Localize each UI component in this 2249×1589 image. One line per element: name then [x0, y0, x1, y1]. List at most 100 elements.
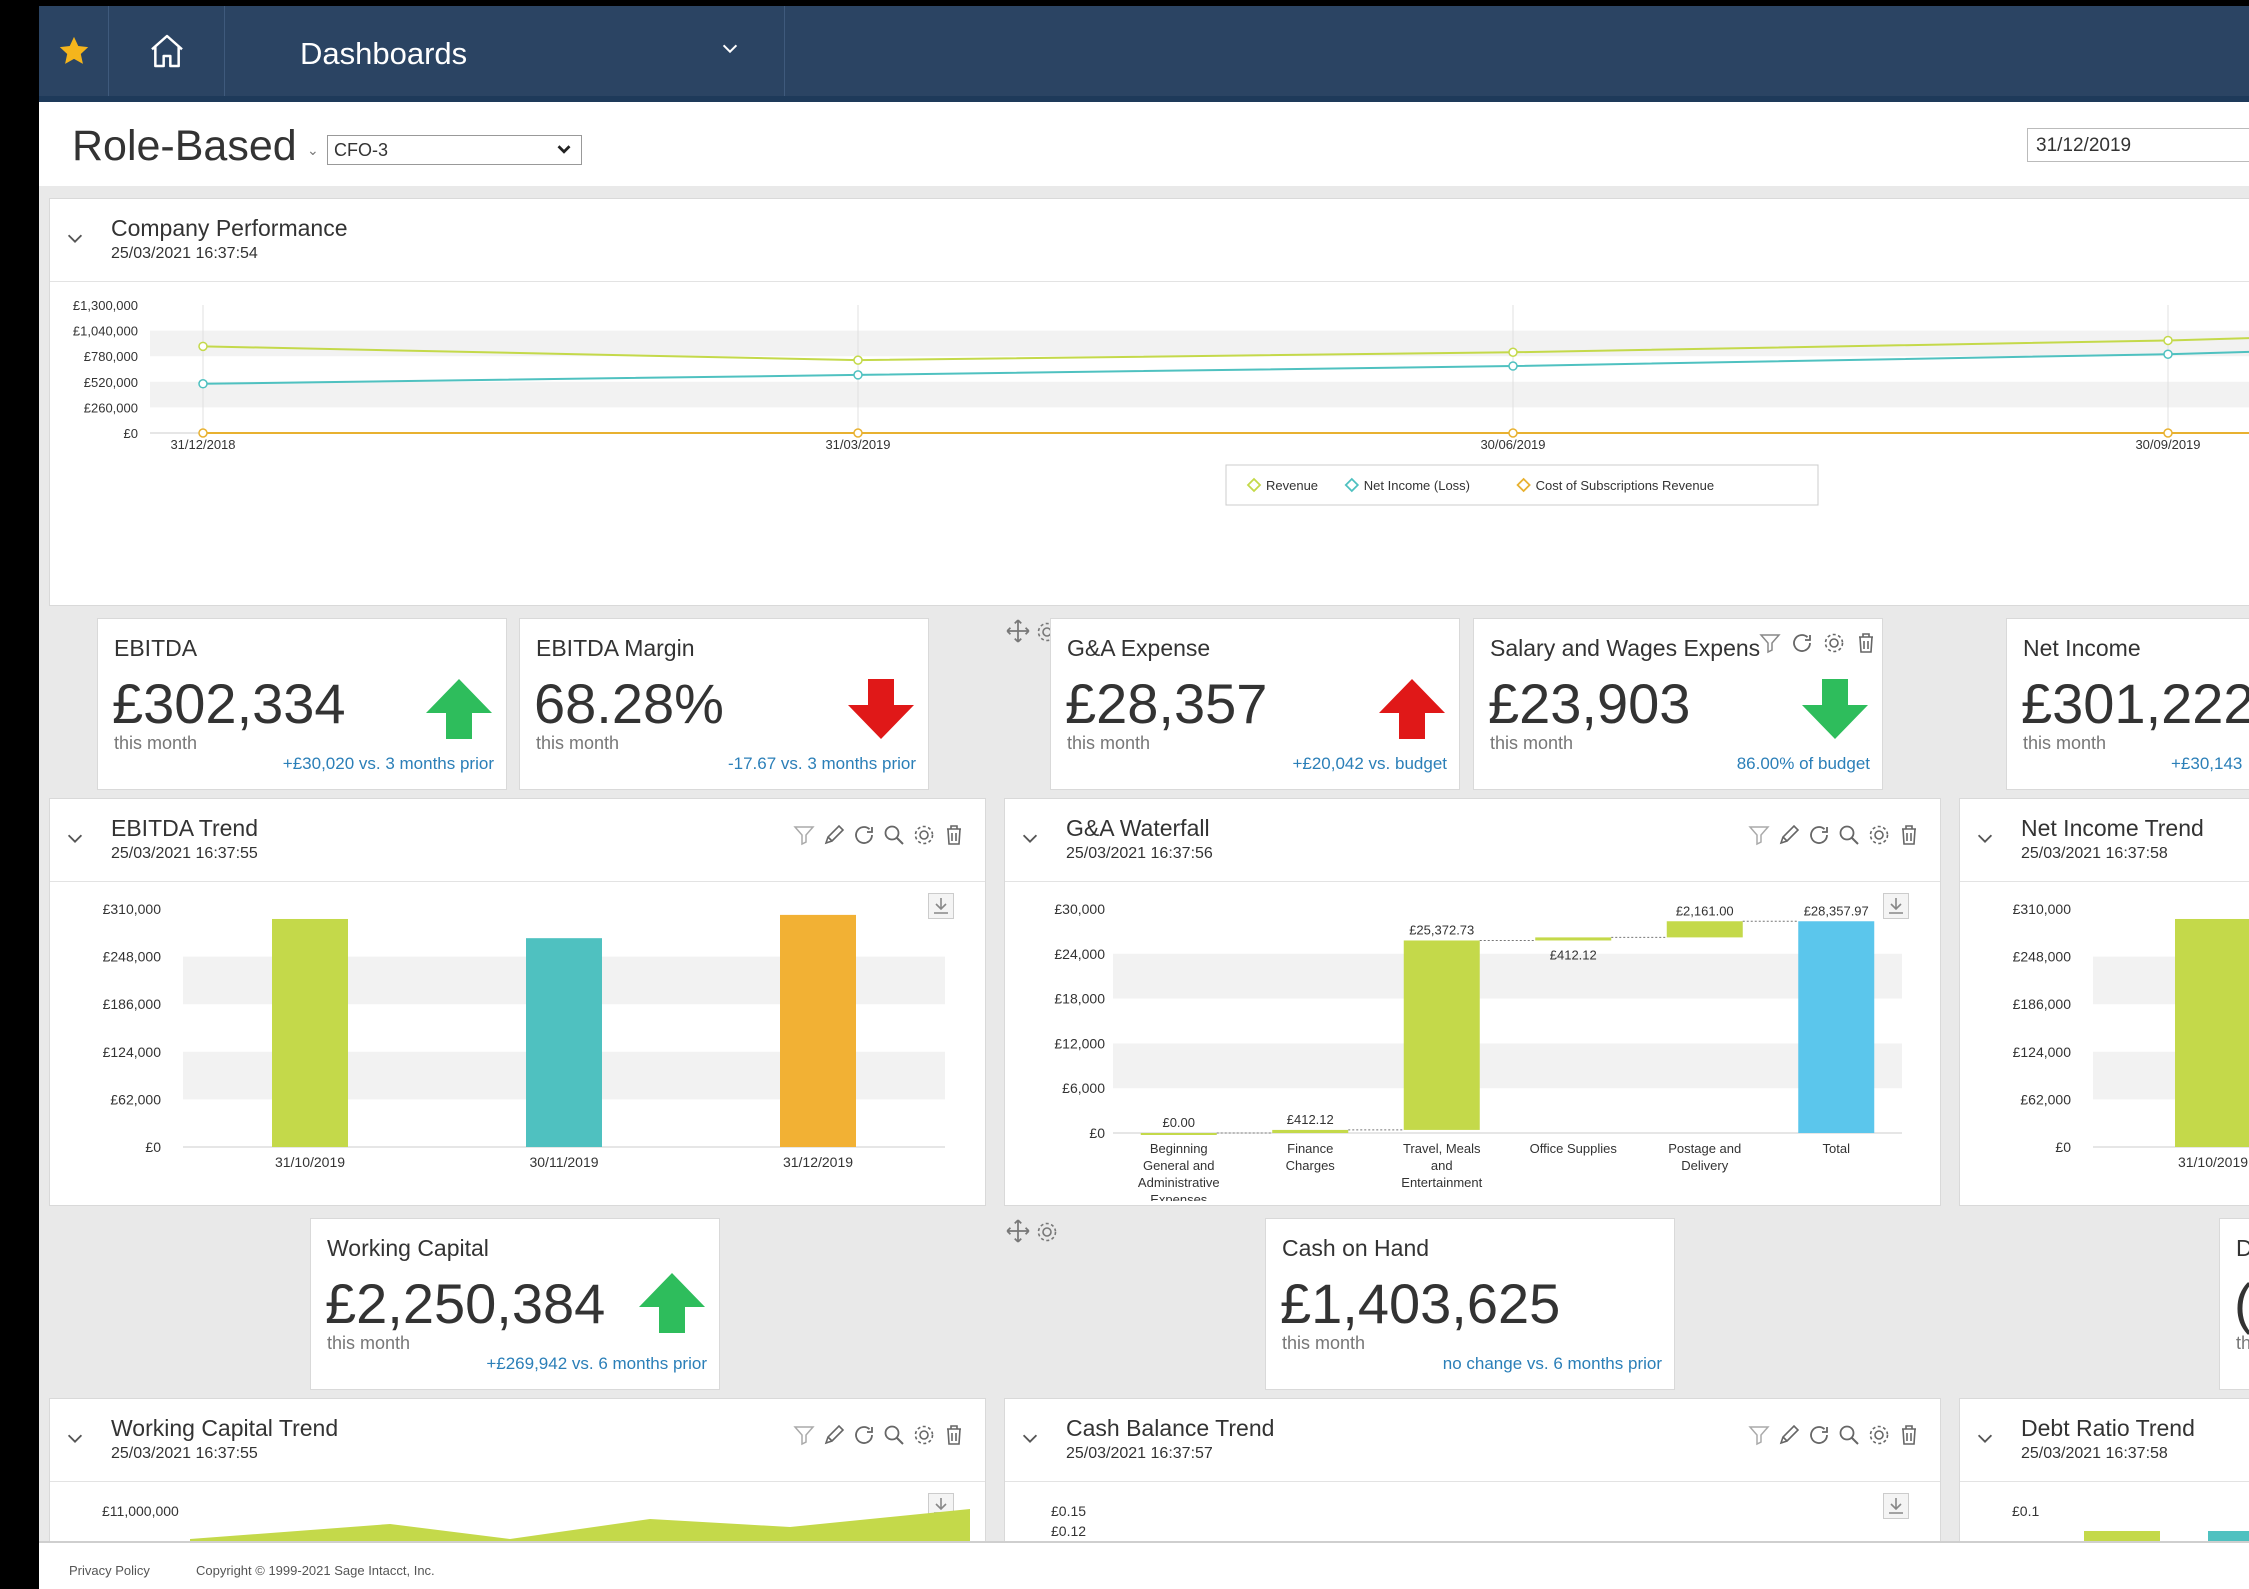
- kpi-title: D: [2236, 1235, 2249, 1261]
- collapse-chevron-icon[interactable]: [1019, 1427, 1041, 1449]
- x-axis-tick: Administrative: [1138, 1175, 1220, 1190]
- gear-icon[interactable]: [912, 1423, 936, 1447]
- y-axis-tick: £248,000: [2013, 949, 2072, 965]
- move-icon[interactable]: [1005, 618, 1031, 644]
- y-axis-tick: £62,000: [110, 1091, 161, 1107]
- panel-toolbar: [1747, 1423, 1921, 1447]
- collapse-chevron-icon[interactable]: [64, 227, 86, 249]
- kpi-cash-on-hand[interactable]: Cash on Hand £1,403,625 this month no ch…: [1265, 1218, 1675, 1390]
- bar: [2175, 918, 2249, 1147]
- filter-icon[interactable]: [792, 1423, 816, 1447]
- edit-icon[interactable]: [822, 823, 846, 847]
- refresh-icon[interactable]: [1807, 1423, 1831, 1447]
- gear-icon[interactable]: [912, 823, 936, 847]
- panel-timestamp: 25/03/2021 16:37:56: [1066, 845, 1213, 862]
- trash-icon[interactable]: [1897, 1423, 1921, 1447]
- filter-icon[interactable]: [1758, 631, 1782, 655]
- star-icon: [59, 36, 88, 64]
- collapse-chevron-icon[interactable]: [1019, 827, 1041, 849]
- kpi-subtitle: this month: [114, 733, 198, 753]
- kpi-partial[interactable]: D ( th: [2219, 1218, 2249, 1390]
- home-button[interactable]: [109, 6, 225, 96]
- kpi-title: Salary and Wages Expens: [1490, 635, 1761, 661]
- data-label: £412.12: [1287, 1112, 1334, 1127]
- filter-icon[interactable]: [1747, 823, 1771, 847]
- home-icon: [150, 34, 183, 68]
- collapse-chevron-icon[interactable]: [1974, 827, 1996, 849]
- data-point: [1508, 361, 1518, 371]
- kpi-value: £28,357: [1065, 672, 1268, 735]
- panel-title: Working Capital Trend: [111, 1415, 339, 1441]
- refresh-icon[interactable]: [1790, 631, 1814, 655]
- search-icon[interactable]: [1837, 1423, 1861, 1447]
- panel-divider: [50, 1481, 985, 1482]
- gear-icon[interactable]: [1867, 1423, 1891, 1447]
- y-axis-tick: £24,000: [1054, 946, 1105, 962]
- panel-toolbar: [792, 1423, 966, 1447]
- y-axis-tick: £0: [124, 426, 138, 441]
- kpi-subtitle: this month: [1067, 733, 1151, 753]
- panel-title: Cash Balance Trend: [1066, 1415, 1275, 1441]
- chevron-down-icon[interactable]: [719, 38, 741, 60]
- date-field[interactable]: 31/12/2019: [2027, 128, 2249, 162]
- collapse-chevron-icon[interactable]: [1974, 1427, 1996, 1449]
- favorites-button[interactable]: [39, 6, 109, 96]
- refresh-icon[interactable]: [852, 823, 876, 847]
- filter-icon[interactable]: [1747, 1423, 1771, 1447]
- edit-icon[interactable]: [1777, 1423, 1801, 1447]
- y-axis-tick: £0: [1089, 1125, 1105, 1141]
- data-label: £28,357.97: [1804, 903, 1869, 918]
- y-axis-tick: £780,000: [84, 349, 138, 364]
- kpi-title: EBITDA: [114, 635, 198, 661]
- panel-timestamp: 25/03/2021 16:37:55: [111, 845, 258, 862]
- kpi-title: Net Income: [2023, 635, 2141, 661]
- kpi-subtitle: this month: [536, 733, 620, 753]
- collapse-chevron-icon[interactable]: [64, 1427, 86, 1449]
- kpi-comparison: no change vs. 6 months prior: [1442, 1354, 1662, 1373]
- trash-icon[interactable]: [942, 1423, 966, 1447]
- kpi-subtitle: th: [2236, 1333, 2249, 1353]
- search-icon[interactable]: [882, 1423, 906, 1447]
- grid-band: [150, 381, 2249, 408]
- trash-icon[interactable]: [1854, 631, 1878, 655]
- kpi-value: £23,903: [1488, 672, 1691, 735]
- net-income-trend-panel: Net Income Trend 25/03/2021 16:37:58 £31…: [1959, 798, 2249, 1206]
- kpi-ebitda-margin[interactable]: EBITDA Margin 68.28% this month -17.67 v…: [519, 618, 929, 790]
- search-icon[interactable]: [1837, 823, 1861, 847]
- up-arrow-icon: [1379, 679, 1445, 739]
- edit-icon[interactable]: [1777, 823, 1801, 847]
- gear-icon[interactable]: [1822, 631, 1846, 655]
- kpi-salary-wages[interactable]: Salary and Wages Expens £23,903 this mon…: [1473, 618, 1883, 790]
- kpi-ga-expense[interactable]: G&A Expense £28,357 this month +£20,042 …: [1050, 618, 1460, 790]
- bar: [526, 938, 602, 1147]
- privacy-policy-link[interactable]: Privacy Policy: [69, 1563, 150, 1578]
- refresh-icon[interactable]: [852, 1423, 876, 1447]
- kpi-group-tools: [1005, 1218, 1059, 1249]
- filter-icon[interactable]: [792, 823, 816, 847]
- kpi-ebitda[interactable]: EBITDA £302,334 this month +£30,020 vs. …: [97, 618, 507, 790]
- data-point: [1508, 347, 1518, 358]
- gear-icon[interactable]: [1867, 823, 1891, 847]
- trash-icon[interactable]: [942, 823, 966, 847]
- nav-title: Dashboards: [300, 36, 468, 71]
- gear-icon[interactable]: [1035, 1220, 1059, 1244]
- x-axis-tick: Delivery: [1681, 1158, 1728, 1173]
- bar: [1403, 940, 1480, 1130]
- trash-icon[interactable]: [1897, 823, 1921, 847]
- x-axis-tick: 31/12/2018: [170, 437, 235, 452]
- kpi-net-income[interactable]: Net Income £301,222 this month +£30,143: [2006, 618, 2249, 790]
- dashboard-select-value: CFO-3: [334, 140, 388, 160]
- move-icon[interactable]: [1005, 1218, 1031, 1244]
- collapse-chevron-icon[interactable]: [64, 827, 86, 849]
- legend-entry: Net Income (Loss): [1364, 478, 1470, 493]
- title-caret-icon[interactable]: ⌄: [307, 142, 319, 159]
- panel-timestamp: 25/03/2021 16:37:58: [2021, 845, 2168, 862]
- edit-icon[interactable]: [822, 1423, 846, 1447]
- kpi-working-capital[interactable]: Working Capital £2,250,384 this month +£…: [310, 1218, 720, 1390]
- net-income-trend-chart: £310,000 £248,000 £186,000 £124,000 £62,000 £…: [2013, 901, 2249, 1170]
- download-button[interactable]: [1883, 1493, 1909, 1519]
- search-icon[interactable]: [882, 823, 906, 847]
- dashboard-select[interactable]: CFO-3: [327, 135, 582, 165]
- refresh-icon[interactable]: [1807, 823, 1831, 847]
- kpi-value: 68.28%: [534, 672, 724, 735]
